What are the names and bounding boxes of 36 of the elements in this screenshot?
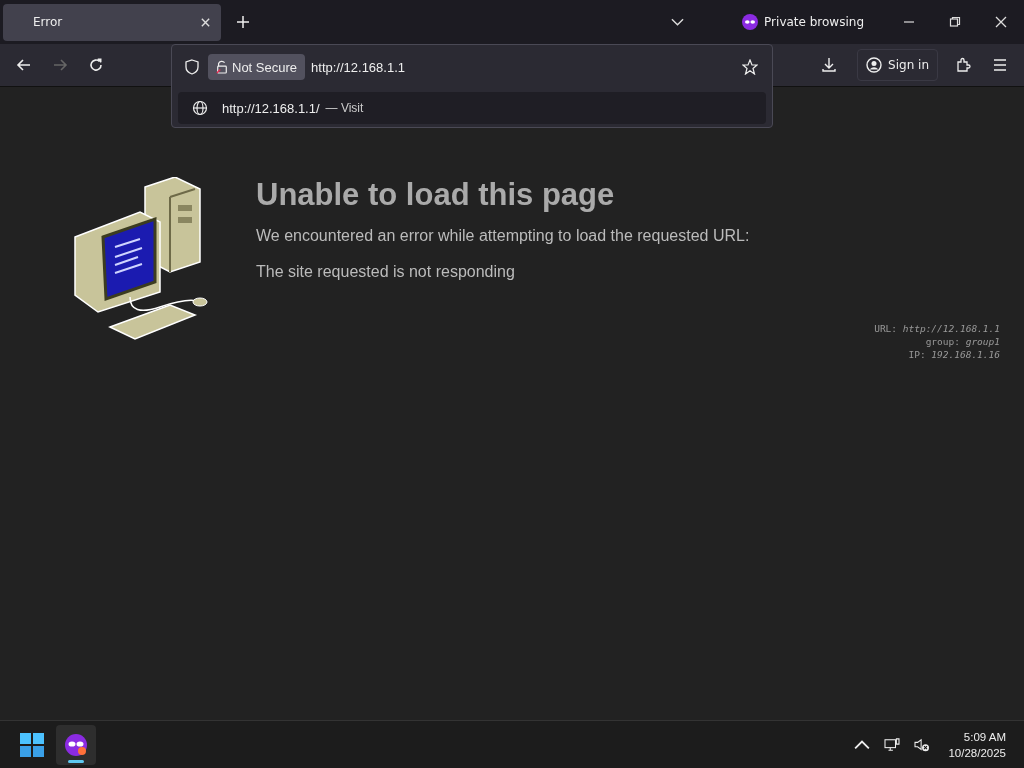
visit-label: — Visit bbox=[325, 101, 364, 115]
url-suggestion[interactable]: http://12.168.1.1/ — Visit bbox=[178, 92, 766, 124]
sign-in-button[interactable]: Sign in bbox=[857, 49, 938, 81]
new-tab-icon[interactable] bbox=[236, 15, 250, 29]
not-secure-button[interactable]: Not Secure bbox=[208, 54, 306, 80]
close-icon[interactable] bbox=[995, 16, 1007, 28]
shield-icon[interactable] bbox=[184, 59, 200, 75]
star-icon[interactable] bbox=[742, 59, 758, 75]
detail-line: URL: http://12.168.1.1 bbox=[874, 322, 1000, 335]
suggestion-url: http://12.168.1.1/ bbox=[222, 100, 320, 116]
detail-line: group: group1 bbox=[925, 335, 1000, 348]
address-field[interactable]: http://12.168.1.1 bbox=[305, 59, 742, 75]
account-icon bbox=[866, 57, 883, 73]
menu-icon[interactable] bbox=[992, 57, 1008, 73]
muted-speaker-icon[interactable] bbox=[914, 737, 931, 752]
network-icon[interactable] bbox=[884, 737, 901, 752]
private-browsing-label: Private browsing bbox=[764, 15, 864, 29]
clock-time[interactable]: 5:09 AM bbox=[963, 728, 1006, 745]
error-title: Unable to load this page bbox=[256, 177, 616, 213]
broken-lock-icon bbox=[216, 60, 228, 74]
puzzle-icon[interactable] bbox=[956, 57, 972, 73]
globe-icon bbox=[192, 100, 208, 116]
chevron-down-icon[interactable] bbox=[671, 18, 685, 26]
back-icon[interactable] bbox=[16, 57, 32, 73]
error-reason: The site requested is not responding bbox=[256, 263, 516, 281]
detail-line: IP: 192.168.1.16 bbox=[908, 348, 1000, 361]
windows-start-icon[interactable] bbox=[20, 732, 44, 757]
mask-icon bbox=[742, 14, 759, 30]
reload-icon[interactable] bbox=[88, 57, 104, 73]
close-icon[interactable] bbox=[200, 16, 211, 28]
browser-taskbar-icon[interactable] bbox=[56, 724, 96, 765]
browser-tab[interactable]: Error bbox=[3, 3, 221, 41]
error-message: We encountered an error while attempting to load the requested URL: bbox=[256, 227, 750, 245]
restore-icon[interactable] bbox=[949, 16, 961, 28]
download-icon[interactable] bbox=[821, 57, 838, 73]
clock-date[interactable]: 10/28/2025 bbox=[948, 744, 1006, 761]
